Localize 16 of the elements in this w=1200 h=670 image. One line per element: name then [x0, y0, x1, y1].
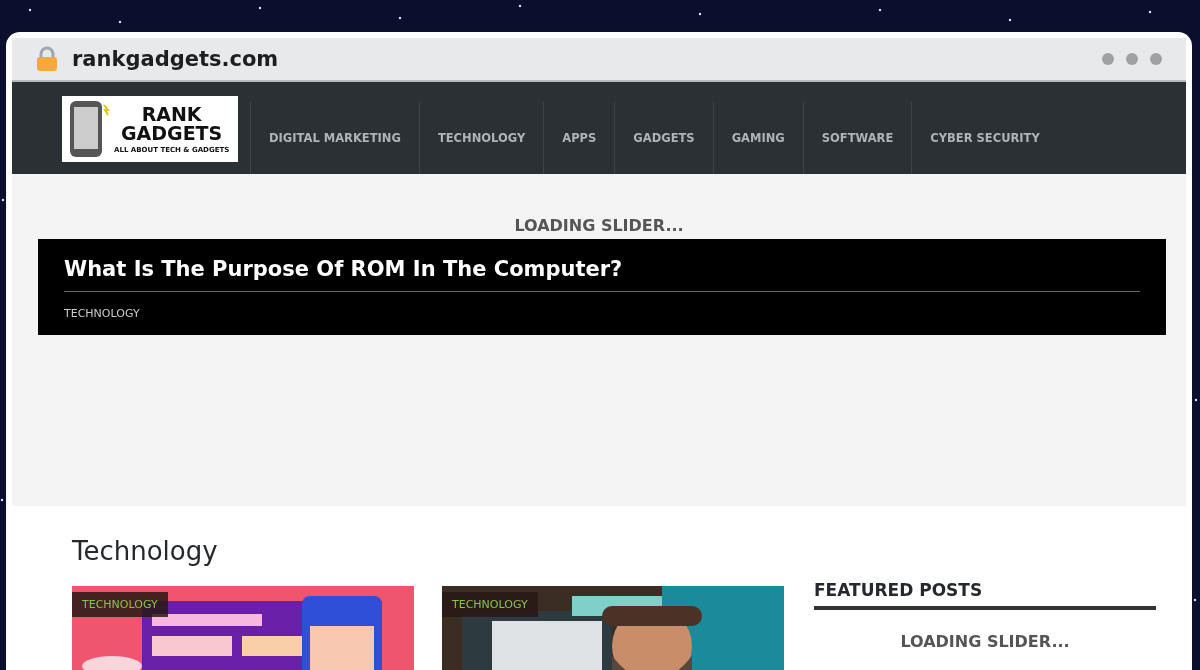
logo-text: GADGETS — [120, 123, 223, 143]
window-dot[interactable] — [1102, 53, 1114, 65]
logo-text: RANK — [141, 104, 202, 124]
slide-category[interactable]: TECHNOLOGY — [64, 307, 140, 320]
section-title: Technology — [72, 536, 219, 566]
category-tag[interactable]: TECHNOLOGY — [442, 592, 538, 617]
address-url[interactable]: rankgadgets.com — [72, 47, 279, 71]
sidebar-title: FEATURED POSTS — [814, 580, 984, 600]
slider-banner[interactable]: What Is The Purpose Of ROM In The Computer? TECHNOLOGY — [38, 239, 1166, 335]
loading-text: LOADING SLIDER... — [899, 632, 1071, 651]
padlock-icon — [36, 46, 58, 72]
slide-title[interactable]: What Is The Purpose Of ROM In The Computer? — [64, 257, 1140, 281]
loading-text: LOADING SLIDER... — [514, 216, 684, 235]
window-dot[interactable] — [1126, 53, 1138, 65]
category-tag[interactable]: TECHNOLOGY — [72, 592, 168, 617]
window-dot[interactable] — [1150, 53, 1162, 65]
